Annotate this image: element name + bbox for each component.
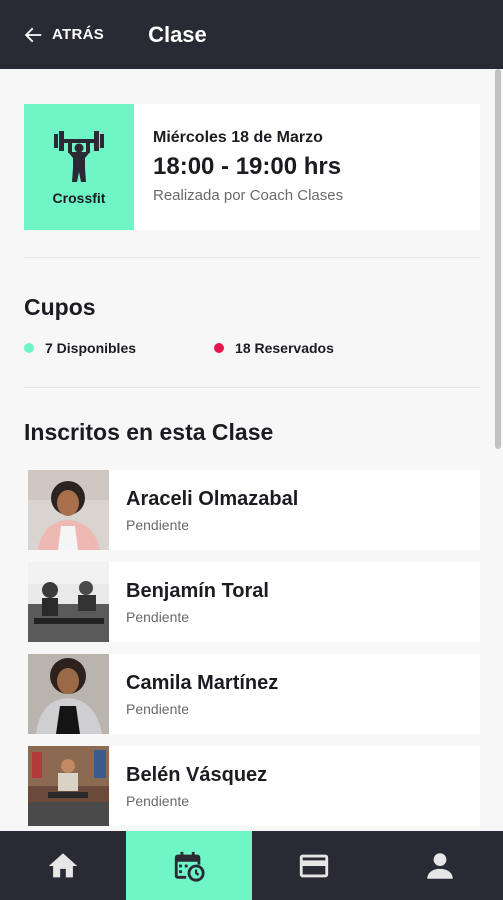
member-card[interactable]: Benjamín Toral Pendiente <box>28 562 480 642</box>
nav-payments[interactable] <box>252 831 378 900</box>
members-title: Inscritos en esta Clase <box>24 419 274 445</box>
slot-reserved: 18 Reservados <box>214 340 334 356</box>
reserved-label: 18 Reservados <box>235 340 334 356</box>
avatar <box>28 746 109 826</box>
avatar <box>28 562 109 642</box>
class-coach: Realizada por Coach Clases <box>153 187 344 204</box>
member-card[interactable]: Araceli Olmazabal Pendiente <box>28 470 480 550</box>
weightlifter-icon <box>54 131 104 182</box>
member-status: Pendiente <box>126 700 190 717</box>
top-app-bar: ATRÁS Clase <box>0 0 503 69</box>
class-time: 18:00 - 19:00 hrs <box>153 153 342 180</box>
calendar-clock-icon <box>174 851 205 882</box>
back-label: ATRÁS <box>52 26 105 43</box>
class-info: Miércoles 18 de Marzo 18:00 - 19:00 hrs … <box>134 104 343 230</box>
member-status: Pendiente <box>126 516 190 533</box>
nav-home[interactable] <box>0 831 126 900</box>
member-status: Pendiente <box>126 792 190 809</box>
available-dot <box>24 343 34 353</box>
back-button[interactable]: ATRÁS <box>22 15 104 55</box>
avatar <box>28 654 109 734</box>
user-icon <box>427 852 453 879</box>
member-info: Camila Martínez Pendiente <box>109 672 278 717</box>
slots-row: 7 Disponibles 18 Reservados <box>24 340 334 356</box>
slots-title: Cupos <box>24 294 96 320</box>
available-label: 7 Disponibles <box>45 340 137 356</box>
divider <box>24 257 480 258</box>
member-name: Camila Martínez <box>126 671 279 694</box>
member-card[interactable]: Belén Vásquez Pendiente <box>28 746 480 826</box>
class-date: Miércoles 18 de Marzo <box>153 129 323 146</box>
divider <box>24 387 480 388</box>
member-info: Araceli Olmazabal Pendiente <box>109 488 298 533</box>
member-status: Pendiente <box>126 608 190 625</box>
member-name: Belén Vásquez <box>126 763 268 786</box>
class-card: Crossfit Miércoles 18 de Marzo 18:00 - 1… <box>24 104 480 230</box>
class-type-box: Crossfit <box>24 104 134 230</box>
nav-profile[interactable] <box>377 831 503 900</box>
page-title: Clase <box>148 21 207 47</box>
member-info: Benjamín Toral Pendiente <box>109 580 269 625</box>
member-name: Araceli Olmazabal <box>126 487 299 510</box>
arrow-left-icon <box>24 27 42 42</box>
slot-available: 7 Disponibles <box>24 340 136 356</box>
scrollbar[interactable] <box>495 69 501 449</box>
member-info: Belén Vásquez Pendiente <box>109 764 267 809</box>
avatar <box>28 470 109 550</box>
member-name: Benjamín Toral <box>126 579 269 602</box>
nav-classes[interactable] <box>125 831 252 900</box>
credit-card-icon <box>300 854 329 877</box>
class-type-label: Crossfit <box>52 190 106 206</box>
home-icon <box>48 852 78 877</box>
reserved-dot <box>214 343 225 353</box>
member-card[interactable]: Camila Martínez Pendiente <box>28 654 480 734</box>
class-detail-content[interactable]: Crossfit Miércoles 18 de Marzo 18:00 - 1… <box>0 69 503 831</box>
bottom-navigation <box>0 831 503 900</box>
